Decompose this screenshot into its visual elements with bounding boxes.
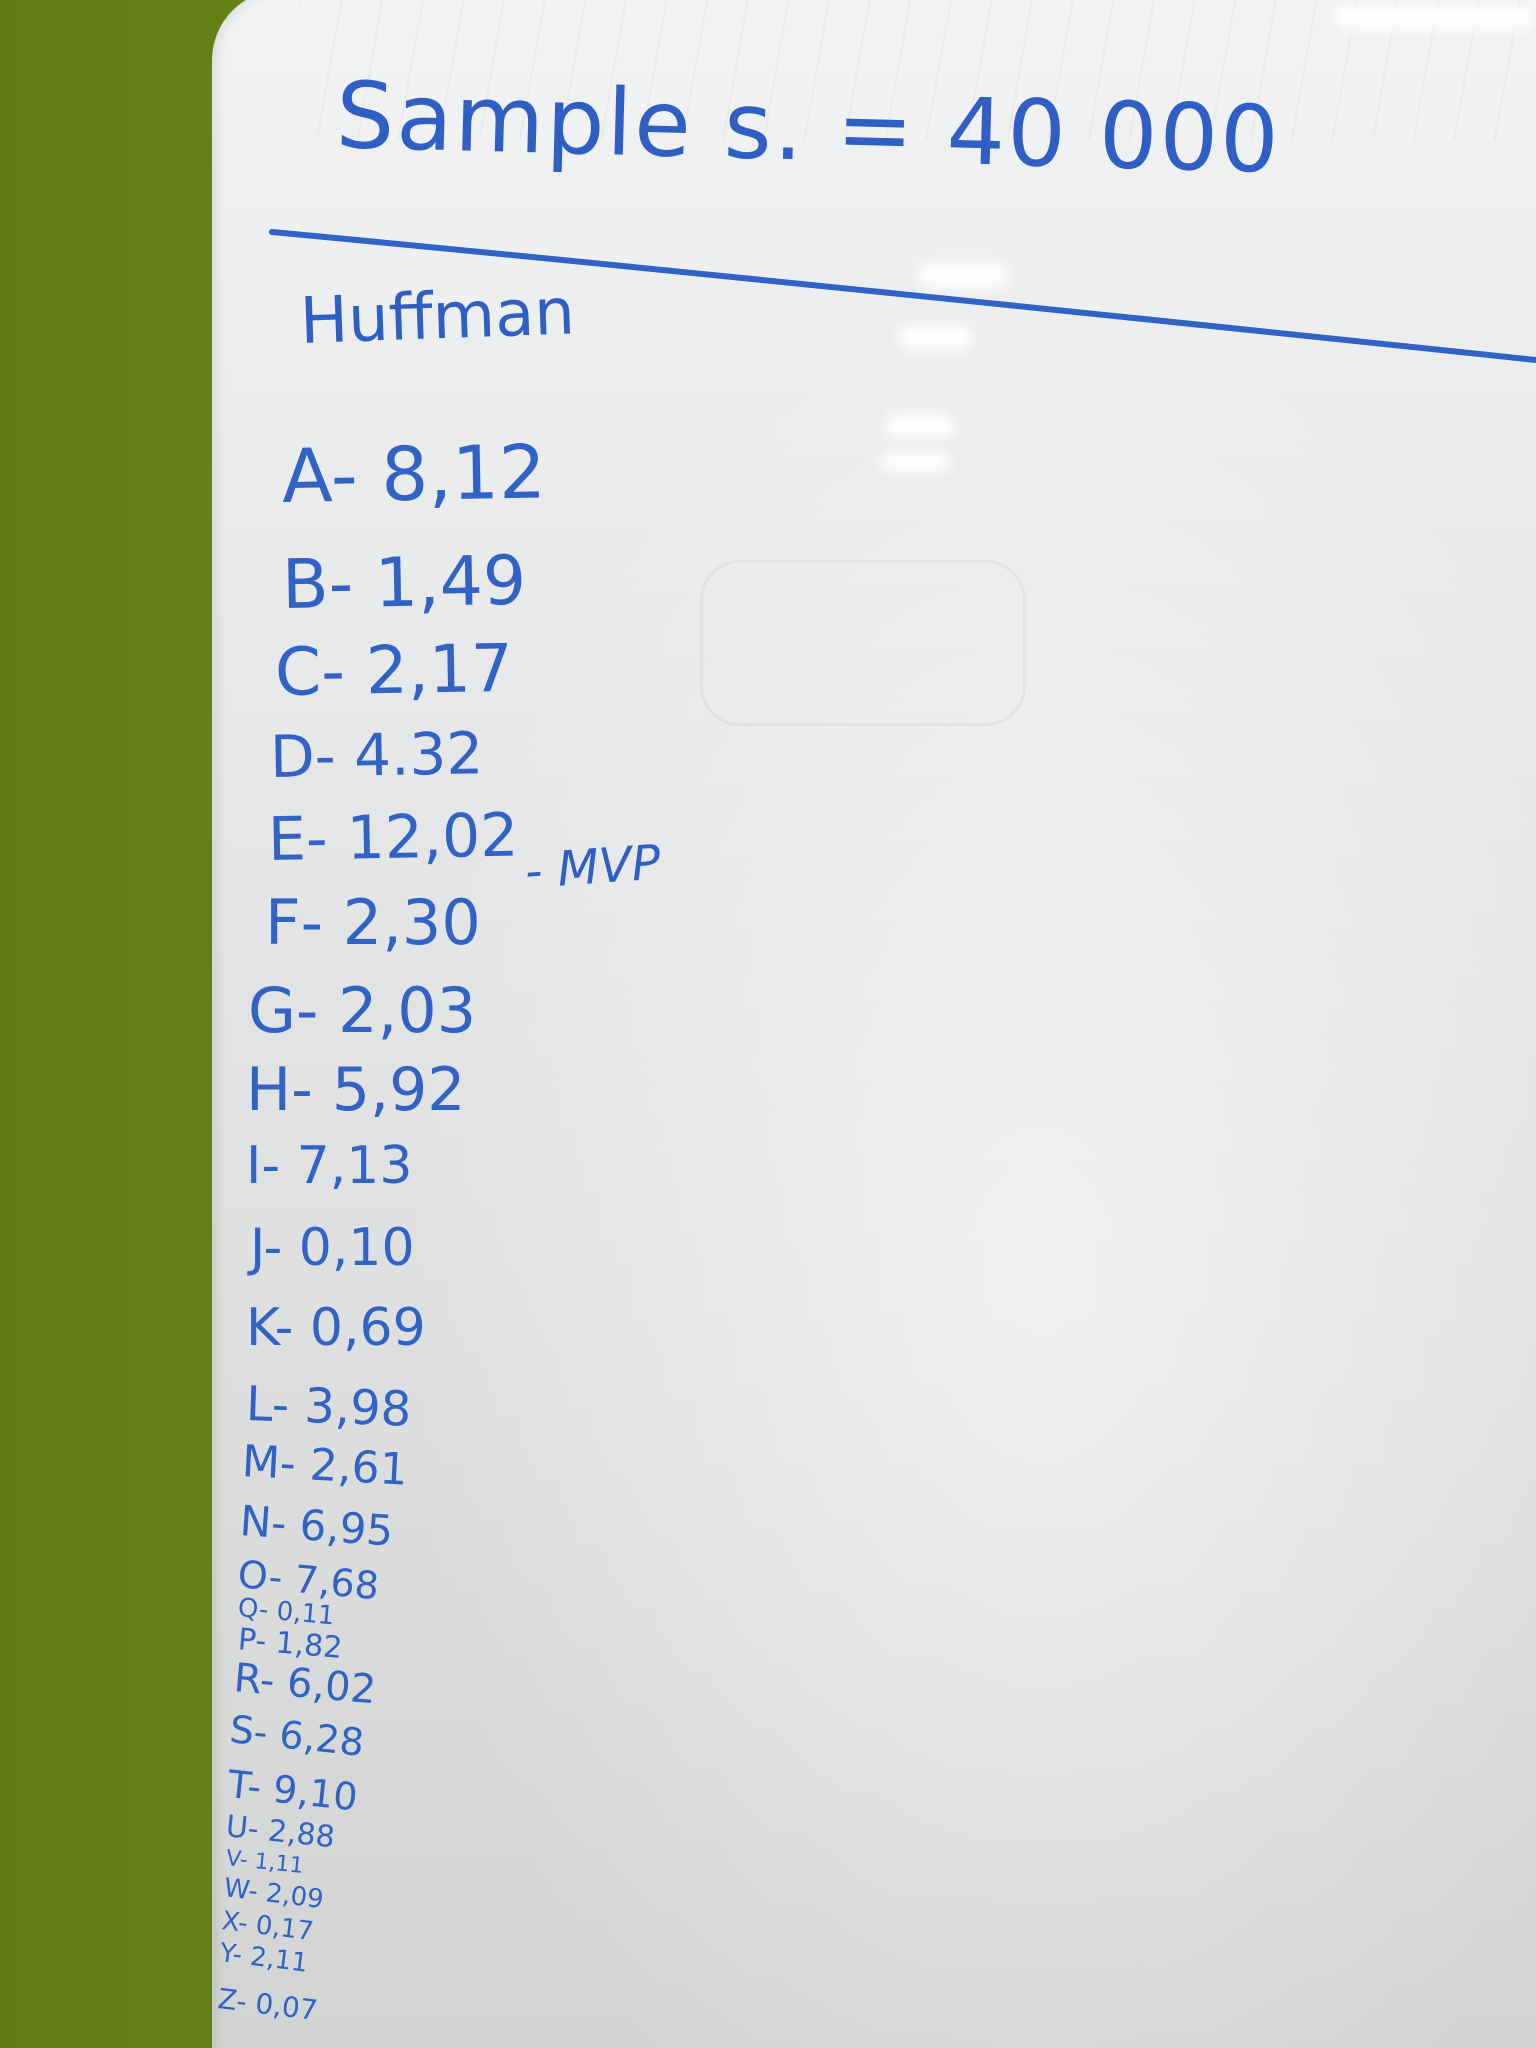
- board-title: Sample s. = 40 000: [334, 62, 1282, 194]
- frequency-entry: C- 2,17: [274, 629, 514, 711]
- frequency-entry: D- 4.32: [269, 719, 484, 791]
- frequency-entry: N- 6,95: [238, 1496, 395, 1556]
- frequency-entry: L- 3,98: [245, 1376, 413, 1438]
- light-reflection: [918, 263, 1008, 288]
- frequency-entry: I- 7,13: [246, 1136, 413, 1196]
- photo-scene: Sample s. = 40 000 Huffman - MVP A- 8,12…: [0, 0, 1536, 2048]
- mvp-note: - MVP: [523, 834, 663, 900]
- frequency-entry: A- 8,12: [281, 429, 547, 520]
- light-reflection: [885, 413, 955, 438]
- light-reflection: [880, 452, 950, 472]
- frequency-entry: M- 2,61: [240, 1436, 409, 1496]
- frequency-entry: K- 0,69: [246, 1298, 426, 1358]
- frequency-entry: J- 0,10: [250, 1218, 415, 1278]
- frequency-entry: F- 2,30: [265, 886, 481, 959]
- frequency-entry: H- 5,92: [246, 1055, 466, 1125]
- erased-marks-center: [700, 560, 1026, 726]
- frequency-entry: R- 6,02: [231, 1655, 378, 1714]
- light-reflection: [1335, 5, 1535, 30]
- frequency-entry: G- 2,03: [248, 974, 477, 1047]
- frequency-entry: E- 12,02: [267, 800, 519, 875]
- light-reflection: [898, 325, 973, 350]
- board-subtitle: Huffman: [298, 275, 577, 359]
- frequency-entry: B- 1,49: [281, 541, 527, 625]
